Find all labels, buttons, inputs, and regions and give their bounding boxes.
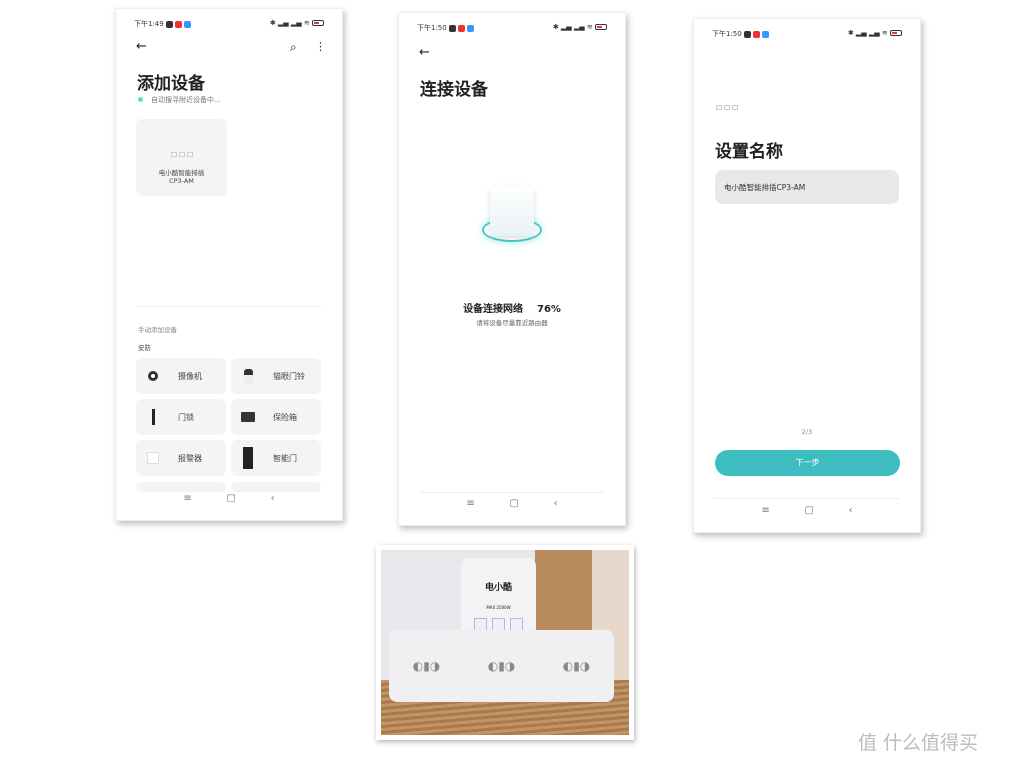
nav-bar: ≡ ▢ ‹: [694, 505, 920, 516]
power-strip-icon: [136, 152, 227, 157]
device-tile-alarm[interactable]: 报警器: [136, 440, 226, 476]
device-tile-door-lock[interactable]: 门锁: [136, 399, 226, 435]
device-tile-camera[interactable]: 摄像机: [136, 358, 226, 394]
manual-add-label: 手动添加设备: [138, 326, 177, 334]
watermark-logo: 值 什么值得买: [858, 732, 979, 754]
device-model: CP3-AM: [169, 177, 194, 185]
found-device-card[interactable]: 电小酷智能排插 CP3-AM: [136, 119, 227, 196]
back-nav-icon[interactable]: ‹: [849, 505, 853, 516]
home-icon[interactable]: ▢: [804, 505, 813, 516]
menu-icon[interactable]: ≡: [466, 498, 474, 509]
connect-hint: 请将设备尽量靠近路由器: [476, 319, 548, 327]
connect-status: 设备连接网络 76%: [463, 304, 561, 315]
time: 下午1:50: [417, 24, 447, 32]
device-tile-safe[interactable]: 保险箱: [231, 399, 321, 435]
nav-bar: ≡ ▢ ‹: [399, 498, 625, 509]
back-nav-icon[interactable]: ‹: [271, 493, 275, 504]
socket-icon: ◐▮◑: [487, 659, 516, 673]
alarm-icon: [146, 448, 160, 468]
battery-icon: [595, 24, 607, 30]
device-tile-partial[interactable]: [231, 482, 321, 492]
screen-add-device: 下午1:49 ✱ ▂▄ ▂▄ ≋ ← ⌕ ⋮ 添加设备 自动搜寻附近设备中... …: [115, 8, 343, 521]
product-photo: 电小酷 MAX 2500W ◐▮◑ ◐▮◑ ◐▮◑: [376, 545, 634, 740]
battery-icon: [890, 30, 902, 36]
door-lock-icon: [146, 407, 160, 427]
socket-icon: ◐▮◑: [562, 659, 591, 673]
page-title: 添加设备: [137, 74, 205, 94]
device-cube-icon: [490, 186, 534, 236]
device-tile-partial[interactable]: [136, 482, 226, 492]
home-icon[interactable]: ▢: [226, 493, 235, 504]
brand-logo: 电小酷: [484, 583, 512, 593]
rating-label: MAX 2500W: [486, 605, 511, 610]
back-icon[interactable]: ←: [419, 45, 430, 60]
status-bar: 下午1:50 ✱ ▂▄ ▂▄ ≋: [712, 29, 902, 39]
time: 下午1:49: [134, 20, 164, 28]
socket-icon: ◐▮◑: [412, 659, 441, 673]
doorbell-icon: [241, 366, 255, 386]
status-bar: 下午1:50 ✱ ▂▄ ▂▄ ≋: [417, 23, 607, 33]
scan-status: 自动搜寻附近设备中...: [138, 95, 221, 105]
power-strip-body: ◐▮◑ ◐▮◑ ◐▮◑: [389, 630, 614, 702]
page-title: 连接设备: [420, 80, 488, 100]
status-bar: 下午1:49 ✱ ▂▄ ▂▄ ≋: [134, 19, 324, 29]
home-icon[interactable]: ▢: [509, 498, 518, 509]
camera-icon: [146, 366, 160, 386]
menu-icon[interactable]: ≡: [761, 505, 769, 516]
back-nav-icon[interactable]: ‹: [554, 498, 558, 509]
progress-percent: 76%: [537, 304, 561, 315]
search-icon[interactable]: ⌕: [290, 40, 297, 55]
screen-set-name: 下午1:50 ✱ ▂▄ ▂▄ ≋ 设置名称 电小酷智能排插CP3-AM 2/3 下…: [693, 18, 921, 533]
back-icon[interactable]: ←: [136, 39, 147, 54]
battery-icon: [312, 20, 324, 26]
screen-connect-device: 下午1:50 ✱ ▂▄ ▂▄ ≋ ← 连接设备 设备连接网络 76% 请将设备尽量…: [398, 12, 626, 526]
smart-door-icon: [241, 447, 255, 469]
more-icon[interactable]: ⋮: [315, 40, 326, 53]
nav-bar: ≡ ▢ ‹: [116, 493, 342, 504]
device-name-input[interactable]: 电小酷智能排插CP3-AM: [715, 170, 899, 204]
safe-icon: [241, 407, 255, 427]
power-strip-icon: [716, 105, 738, 110]
category-label: 安防: [138, 344, 151, 352]
device-tile-doorbell[interactable]: 猫眼门铃: [231, 358, 321, 394]
device-name: 电小酷智能排插: [158, 169, 205, 177]
scan-dot-icon: [138, 97, 143, 102]
page-title: 设置名称: [715, 142, 783, 162]
step-indicator: 2/3: [801, 428, 813, 436]
next-button[interactable]: 下一步: [715, 450, 900, 476]
menu-icon[interactable]: ≡: [183, 493, 191, 504]
time: 下午1:50: [712, 30, 742, 38]
device-tile-smart-door[interactable]: 智能门: [231, 440, 321, 476]
